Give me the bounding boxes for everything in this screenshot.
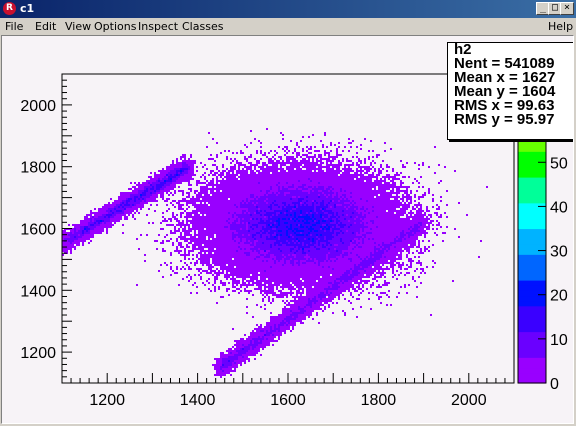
x-tick-label: 2000 [451, 392, 487, 409]
z-tick-label: 40 [550, 199, 568, 216]
z-tick-label: 10 [550, 332, 568, 349]
z-tick-label: 30 [550, 244, 568, 261]
menu-help[interactable]: Help [548, 20, 573, 33]
menu-file[interactable]: File [5, 20, 23, 33]
title-bar: R c1 _ □ × [0, 0, 576, 18]
x-tick-label: 1800 [361, 392, 397, 409]
x-tick-label: 1200 [89, 392, 125, 409]
y-tick-label: 1400 [20, 283, 56, 300]
stats-rms-y: RMS y = 95.97 [454, 111, 555, 128]
y-tick-label: 2000 [20, 98, 56, 115]
y-tick-label: 1800 [20, 160, 56, 177]
stats-box[interactable]: h2 Nent = 541089 Mean x = 1627 Mean y = … [447, 42, 573, 140]
y-tick-label: 1200 [20, 345, 56, 362]
root-app-icon: R [3, 2, 16, 15]
y-tick-label: 1600 [20, 222, 56, 239]
canvas[interactable]: 1200 1400 1600 1800 2000 1200 1400 1600 1800 2000… [1, 35, 574, 424]
menu-bar: File Edit View Options Inspect Classes H… [0, 18, 576, 35]
window-title: c1 [20, 2, 35, 15]
menu-edit[interactable]: Edit [35, 20, 56, 33]
z-tick-label: 50 [550, 155, 568, 172]
menu-classes[interactable]: Classes [182, 20, 223, 33]
menu-view[interactable]: View [65, 20, 91, 33]
menu-options[interactable]: Options [94, 20, 136, 33]
menu-inspect[interactable]: Inspect [138, 20, 178, 33]
x-tick-label: 1400 [180, 392, 216, 409]
z-tick-label: 20 [550, 288, 568, 305]
close-button[interactable]: × [560, 2, 574, 15]
x-tick-label: 1600 [270, 392, 306, 409]
z-tick-label: 0 [550, 376, 559, 393]
